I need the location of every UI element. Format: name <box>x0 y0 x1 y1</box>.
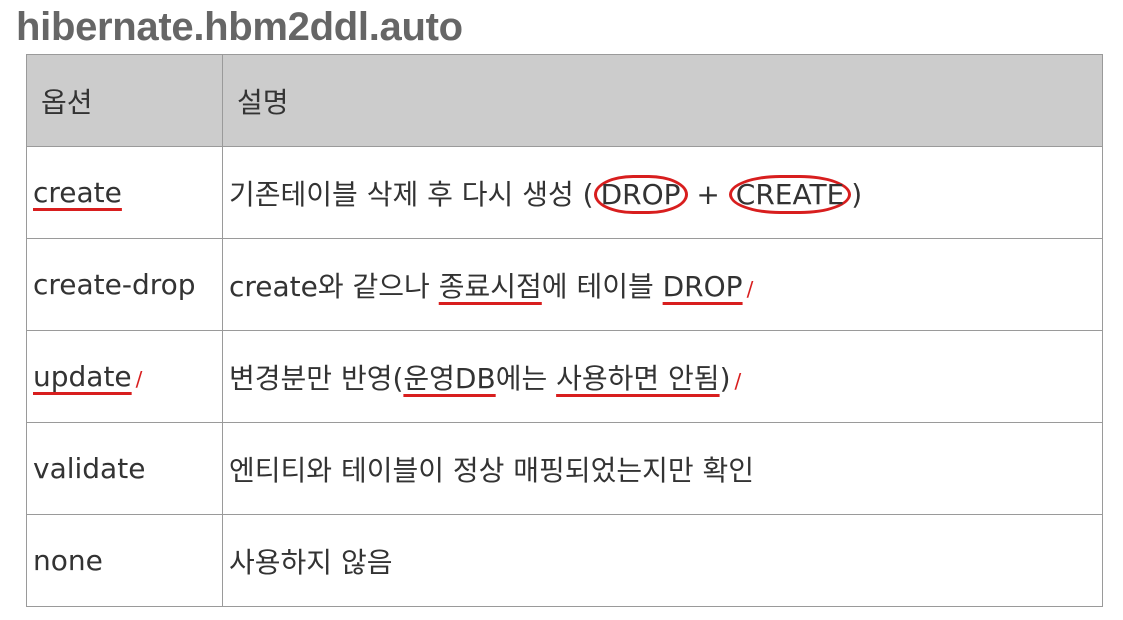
annotation-tick-icon: / <box>135 367 143 391</box>
table-row: create-drop create와 같으나 종료시점에 테이블 DROP / <box>26 238 1103 331</box>
description-highlight: DROP <box>662 269 743 303</box>
description-highlight: CREATE <box>728 174 852 214</box>
table-row: create 기존테이블 삭제 후 다시 생성 (DROP + CREATE) <box>26 146 1103 239</box>
page-title: hibernate.hbm2ddl.auto <box>16 5 463 49</box>
description-text: + <box>687 177 729 211</box>
description-text: create와 같으나 <box>229 269 439 303</box>
table-row: update / 변경분만 반영(운영DB에는 사용하면 안됨) / <box>26 330 1103 423</box>
option-cell: validate <box>26 422 223 515</box>
option-value: none <box>33 544 103 577</box>
description-text: 에는 <box>495 361 557 395</box>
option-cell: update / <box>26 330 223 423</box>
description-cell: 변경분만 반영(운영DB에는 사용하면 안됨) / <box>222 330 1103 423</box>
option-value: validate <box>33 452 146 485</box>
option-cell: none <box>26 514 223 607</box>
description-highlight: 사용하면 안됨 <box>556 361 720 395</box>
description-text: ) <box>851 177 863 211</box>
description-highlight: DROP <box>593 174 688 214</box>
description-highlight: 종료시점 <box>438 269 542 303</box>
description-cell: create와 같으나 종료시점에 테이블 DROP / <box>222 238 1103 331</box>
option-cell: create <box>26 146 223 239</box>
description-text: 에 테이블 <box>541 269 663 303</box>
description-text: 기존테이블 삭제 후 다시 생성 ( <box>229 177 594 211</box>
option-value: create-drop <box>33 268 196 301</box>
table-row: validate 엔티티와 테이블이 정상 매핑되었는지만 확인 <box>26 422 1103 515</box>
description-cell: 사용하지 않음 <box>222 514 1103 607</box>
header-option: 옵션 <box>26 54 223 147</box>
table-row: none 사용하지 않음 <box>26 514 1103 607</box>
annotation-tick-icon: / <box>734 368 742 393</box>
header-description: 설명 <box>222 54 1103 147</box>
description-cell: 엔티티와 테이블이 정상 매핑되었는지만 확인 <box>222 422 1103 515</box>
description-highlight: 운영DB <box>403 361 496 395</box>
description-cell: 기존테이블 삭제 후 다시 생성 (DROP + CREATE) <box>222 146 1103 239</box>
option-value: create <box>33 176 122 209</box>
description-text: 변경분만 반영( <box>229 361 404 395</box>
option-value: update <box>33 360 132 393</box>
ddl-options-table: 옵션 설명 create 기존테이블 삭제 후 다시 생성 (DROP + CR… <box>26 54 1103 607</box>
table-header-row: 옵션 설명 <box>26 54 1103 147</box>
description-text: 사용하지 않음 <box>229 545 393 579</box>
annotation-tick-icon: / <box>746 276 754 301</box>
option-cell: create-drop <box>26 238 223 331</box>
description-text: ) <box>719 361 731 395</box>
description-text: 엔티티와 테이블이 정상 매핑되었는지만 확인 <box>229 453 755 487</box>
